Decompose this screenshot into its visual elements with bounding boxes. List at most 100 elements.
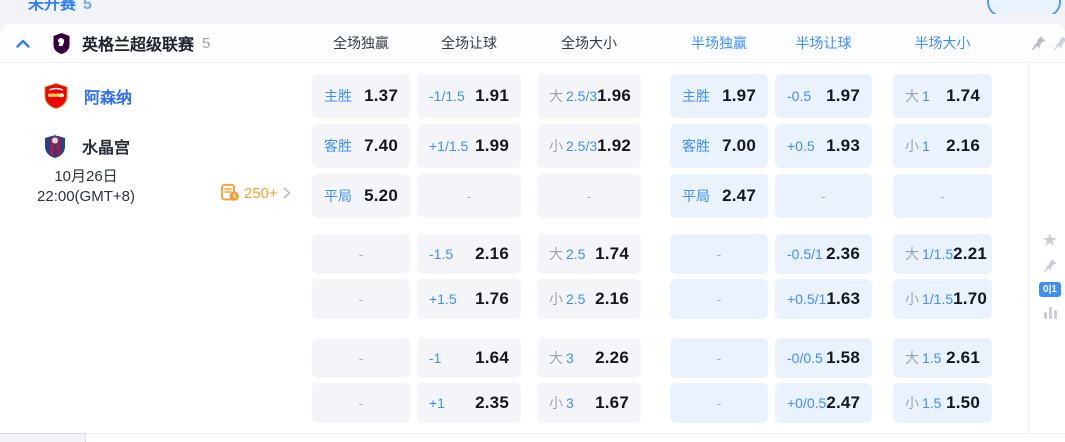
odds-cell[interactable]: 小2.52.16 xyxy=(537,279,641,319)
odds-cell[interactable]: 小1 2.16 xyxy=(893,124,992,168)
odds-cell[interactable]: 客胜 7.00 xyxy=(670,124,768,168)
odds-label: 大2.5/3 xyxy=(549,86,597,106)
odds-label: +0/0.5 xyxy=(787,395,826,411)
odds-label: -0.5/1 xyxy=(787,246,823,262)
odds-label: -0/0.5 xyxy=(787,350,823,366)
tab-label: 未开赛 xyxy=(28,0,76,13)
odds-cell-empty: - xyxy=(312,279,410,319)
markets-count: 250+ xyxy=(244,185,278,202)
odds-value: 1.99 xyxy=(475,136,509,156)
odds-value: 7.40 xyxy=(364,136,398,156)
odds-cell-empty: - xyxy=(312,383,410,423)
odds-table: 阿森纳 水晶宫 10月26日 22:00(GMT+8) 250+ xyxy=(0,63,1065,442)
odds-label: 小1 xyxy=(905,136,930,156)
odds-cell[interactable]: 大11.74 xyxy=(893,74,992,118)
chevron-right-icon xyxy=(283,187,291,199)
odds-cell[interactable]: -0.51.97 xyxy=(775,74,872,118)
odds-label: -1/1.5 xyxy=(429,88,465,104)
pin-icon-secondary[interactable] xyxy=(1053,35,1065,56)
odds-cell-empty: - xyxy=(670,234,768,274)
league-header: 英格兰超级联赛 5 全场独赢 全场让球 全场大小 半场独赢 半场让球 半场大小 xyxy=(0,24,1065,63)
collapse-button[interactable] xyxy=(14,34,32,52)
home-team-name[interactable]: 阿森纳 xyxy=(84,84,132,108)
odds-cell[interactable]: 主胜1.97 xyxy=(670,74,768,118)
odds-label: 大1.5 xyxy=(905,348,941,368)
odds-value: 1.91 xyxy=(475,86,509,106)
odds-value: 1.63 xyxy=(826,289,860,309)
odds-cell[interactable]: -0.5/12.36 xyxy=(775,234,872,274)
top-bar: 未开赛 5 xyxy=(0,0,1065,14)
odds-cell-empty: - xyxy=(417,174,521,218)
more-markets-link[interactable]: 250+ xyxy=(221,184,291,202)
stats-chart-icon[interactable] xyxy=(1043,306,1058,319)
home-team-row: 阿森纳 xyxy=(0,74,300,118)
next-section-edge xyxy=(0,433,1065,442)
top-pill-button[interactable] xyxy=(987,0,1061,14)
odds-cell[interactable]: 小2.5/31.92 xyxy=(537,124,641,168)
odds-cell[interactable]: -11.64 xyxy=(417,338,521,378)
match-actions-rail: ★ 0|1 xyxy=(1037,231,1063,319)
odds-cell[interactable]: +12.35 xyxy=(417,383,521,423)
odds-cell[interactable]: 客胜7.40 xyxy=(312,124,410,168)
odds-label: +1.5 xyxy=(429,291,457,307)
odds-cell[interactable]: -1/1.5 1.91 xyxy=(417,74,521,118)
right-rail-divider xyxy=(1028,63,1029,442)
betting-odds-screen: 未开赛 5 英格兰超级联赛 5 全场独赢 全场让球 全场大小 半场独赢 半场让球 … xyxy=(0,0,1065,442)
odds-label: 小2.5/3 xyxy=(549,136,597,156)
odds-cell[interactable]: -1.52.16 xyxy=(417,234,521,274)
odds-cell[interactable]: 大2.5/31.96 xyxy=(537,74,641,118)
odds-value: 1.97 xyxy=(722,86,756,106)
away-team-name[interactable]: 水晶宫 xyxy=(82,134,130,158)
league-name: 英格兰超级联赛 xyxy=(82,31,194,55)
tab-not-started[interactable]: 未开赛 5 xyxy=(28,0,92,14)
odds-cell[interactable]: 平局2.47 xyxy=(670,174,768,218)
column-header-half-win: 半场独赢 xyxy=(670,24,768,62)
tab-count: 5 xyxy=(83,0,92,13)
odds-cell[interactable]: +1/1.51.99 xyxy=(417,124,521,168)
odds-label: 大1 xyxy=(905,86,930,106)
odds-value: 1.76 xyxy=(475,289,509,309)
odds-label: +0.5 xyxy=(787,138,815,154)
odds-cell[interactable]: 平局5.20 xyxy=(312,174,410,218)
odds-label: 大1/1.5 xyxy=(905,244,953,264)
odds-cell[interactable]: 大1.52.61 xyxy=(893,338,992,378)
odds-cell[interactable]: 小1/1.51.70 xyxy=(893,279,992,319)
odds-value: 1.50 xyxy=(946,393,980,413)
odds-value: 1.96 xyxy=(597,86,631,106)
odds-value: 1.58 xyxy=(826,348,860,368)
odds-value: 7.00 xyxy=(722,136,756,156)
score-badge[interactable]: 0|1 xyxy=(1039,282,1061,297)
odds-cell[interactable]: 大32.26 xyxy=(537,338,641,378)
odds-value: 2.16 xyxy=(946,136,980,156)
pin-icon[interactable] xyxy=(1031,35,1047,56)
pin-match-icon[interactable] xyxy=(1043,258,1058,273)
odds-label: 主胜 xyxy=(324,86,352,106)
odds-cell[interactable]: +0.5/11.63 xyxy=(775,279,872,319)
odds-cell[interactable]: 大1/1.52.21 xyxy=(893,234,992,274)
odds-value: 2.47 xyxy=(826,393,860,413)
odds-value: 2.16 xyxy=(475,244,509,264)
odds-label: +0.5/1 xyxy=(787,291,826,307)
odds-cell[interactable]: 主胜1.37 xyxy=(312,74,410,118)
odds-value: 2.21 xyxy=(953,244,987,264)
odds-value: 1.70 xyxy=(953,289,987,309)
odds-cell-empty: - xyxy=(670,383,768,423)
odds-cell[interactable]: 小1.51.50 xyxy=(893,383,992,423)
odds-cell[interactable]: 小31.67 xyxy=(537,383,641,423)
crystal-palace-crest-icon xyxy=(44,134,66,159)
odds-label: 客胜 xyxy=(682,136,710,156)
odds-cell[interactable]: -0/0.51.58 xyxy=(775,338,872,378)
odds-value: 2.26 xyxy=(595,348,629,368)
premier-league-logo-icon xyxy=(52,33,71,54)
odds-label: 大2.5 xyxy=(549,244,585,264)
odds-value: 1.92 xyxy=(597,136,631,156)
odds-label: 小3 xyxy=(549,393,574,413)
odds-value: 5.20 xyxy=(364,186,398,206)
odds-cell[interactable]: +0/0.52.47 xyxy=(775,383,872,423)
odds-value: 1.93 xyxy=(826,136,860,156)
odds-cell[interactable]: +0.5 1.93 xyxy=(775,124,872,168)
odds-cell[interactable]: 大2.51.74 xyxy=(537,234,641,274)
odds-value: 2.36 xyxy=(826,244,860,264)
favorite-star-icon[interactable]: ★ xyxy=(1042,231,1058,249)
odds-cell[interactable]: +1.5 1.76 xyxy=(417,279,521,319)
